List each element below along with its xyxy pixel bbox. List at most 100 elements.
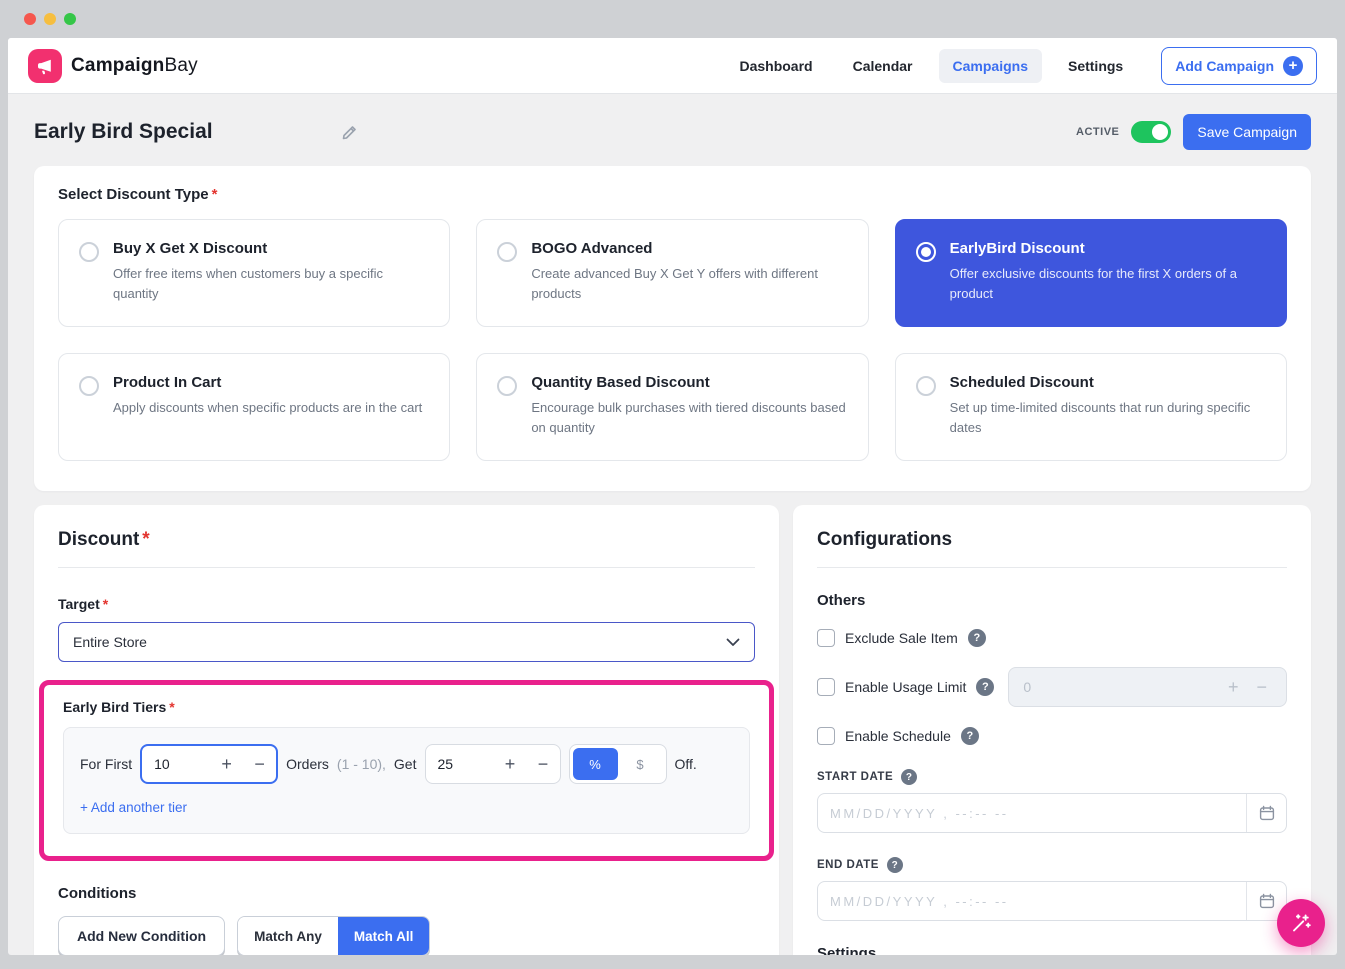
enable-schedule-checkbox[interactable] bbox=[817, 727, 835, 745]
option-product-in-cart[interactable]: Product In Cart Apply discounts when spe… bbox=[58, 353, 450, 461]
page-title: Early Bird Special bbox=[34, 120, 213, 144]
radio-icon[interactable] bbox=[497, 242, 517, 262]
match-all-option[interactable]: Match All bbox=[338, 917, 430, 955]
tier-row: For First + − Orders (1 - 10), Get bbox=[80, 744, 733, 784]
start-date-placeholder: MM/DD/YYYY , --:-- -- bbox=[818, 806, 1246, 821]
option-content: Quantity Based Discount Encourage bulk p… bbox=[531, 374, 847, 440]
add-campaign-button[interactable]: Add Campaign + bbox=[1161, 47, 1317, 85]
help-icon[interactable]: ? bbox=[968, 629, 986, 647]
increment-button[interactable]: + bbox=[1219, 677, 1248, 698]
configurations-panel: Configurations Others Exclude Sale Item … bbox=[793, 505, 1311, 955]
nav-item-settings[interactable]: Settings bbox=[1054, 49, 1137, 83]
magic-wand-icon bbox=[1290, 912, 1312, 934]
end-date-label: END DATE bbox=[817, 859, 879, 871]
first-orders-input[interactable] bbox=[142, 746, 210, 782]
discount-panel: Discount* Target* Entire Store Early Bir… bbox=[34, 505, 779, 955]
usage-limit-placeholder: 0 bbox=[1023, 679, 1031, 695]
usage-limit-checkbox[interactable] bbox=[817, 678, 835, 696]
usage-limit-input[interactable]: 0 + − bbox=[1008, 667, 1287, 707]
discount-type-card: Select Discount Type* Buy X Get X Discou… bbox=[34, 166, 1311, 491]
discount-heading: Discount* bbox=[58, 529, 755, 551]
usage-limit-row: Enable Usage Limit ? 0 + − bbox=[817, 667, 1287, 707]
magic-wand-fab[interactable] bbox=[1277, 899, 1325, 947]
option-bogo-advanced[interactable]: BOGO Advanced Create advanced Buy X Get … bbox=[476, 219, 868, 327]
pencil-icon bbox=[341, 124, 358, 141]
content-columns: Discount* Target* Entire Store Early Bir… bbox=[34, 505, 1311, 955]
option-title: BOGO Advanced bbox=[531, 240, 847, 257]
brand-logo: CampaignBay bbox=[28, 49, 198, 83]
minimize-window-button[interactable] bbox=[44, 13, 56, 25]
radio-icon[interactable] bbox=[79, 376, 99, 396]
others-heading: Others bbox=[817, 592, 1287, 609]
dollar-option[interactable]: $ bbox=[618, 748, 663, 780]
nav-item-dashboard[interactable]: Dashboard bbox=[725, 49, 826, 83]
start-date-label-row: START DATE ? bbox=[817, 769, 1287, 785]
configurations-heading: Configurations bbox=[817, 529, 1287, 551]
nav-item-calendar[interactable]: Calendar bbox=[839, 49, 927, 83]
option-title: Buy X Get X Discount bbox=[113, 240, 429, 257]
orders-label: Orders bbox=[286, 756, 329, 772]
radio-icon[interactable] bbox=[497, 376, 517, 396]
radio-icon-selected[interactable] bbox=[916, 242, 936, 262]
increment-button[interactable]: + bbox=[494, 745, 527, 783]
required-mark: * bbox=[142, 529, 149, 550]
option-content: Product In Cart Apply discounts when spe… bbox=[113, 374, 422, 440]
main-nav: Dashboard Calendar Campaigns Settings Ad… bbox=[725, 47, 1317, 85]
option-quantity-based[interactable]: Quantity Based Discount Encourage bulk p… bbox=[476, 353, 868, 461]
increment-button[interactable]: + bbox=[210, 746, 243, 782]
target-select[interactable]: Entire Store bbox=[58, 622, 755, 662]
settings-heading: Settings bbox=[817, 945, 1287, 955]
option-desc: Encourage bulk purchases with tiered dis… bbox=[531, 398, 847, 438]
option-earlybird-discount[interactable]: EarlyBird Discount Offer exclusive disco… bbox=[895, 219, 1287, 327]
option-scheduled-discount[interactable]: Scheduled Discount Set up time-limited d… bbox=[895, 353, 1287, 461]
app-frame: CampaignBay Dashboard Calendar Campaigns… bbox=[8, 38, 1337, 955]
help-icon[interactable]: ? bbox=[901, 769, 917, 785]
help-icon[interactable]: ? bbox=[976, 678, 994, 696]
decrement-button[interactable]: − bbox=[527, 745, 560, 783]
percent-option[interactable]: % bbox=[573, 748, 618, 780]
option-buy-x-get-x[interactable]: Buy X Get X Discount Offer free items wh… bbox=[58, 219, 450, 327]
radio-icon[interactable] bbox=[79, 242, 99, 262]
match-any-option[interactable]: Match Any bbox=[238, 917, 338, 955]
end-date-placeholder: MM/DD/YYYY , --:-- -- bbox=[818, 894, 1246, 909]
option-content: EarlyBird Discount Offer exclusive disco… bbox=[950, 240, 1266, 306]
decrement-button[interactable]: − bbox=[243, 746, 276, 782]
calendar-icon[interactable] bbox=[1246, 794, 1286, 832]
brand-name-bold: Campaign bbox=[71, 55, 164, 76]
zoom-window-button[interactable] bbox=[64, 13, 76, 25]
edit-title-button[interactable] bbox=[341, 124, 358, 141]
save-campaign-button[interactable]: Save Campaign bbox=[1183, 114, 1311, 150]
for-first-label: For First bbox=[80, 756, 132, 772]
discount-value-input[interactable] bbox=[426, 745, 494, 783]
active-toggle[interactable] bbox=[1131, 121, 1171, 143]
radio-icon[interactable] bbox=[916, 376, 936, 396]
start-date-input[interactable]: MM/DD/YYYY , --:-- -- bbox=[817, 793, 1287, 833]
close-window-button[interactable] bbox=[24, 13, 36, 25]
add-another-tier-link[interactable]: + Add another tier bbox=[80, 800, 187, 815]
orders-range: (1 - 10), bbox=[337, 756, 386, 772]
nav-item-campaigns[interactable]: Campaigns bbox=[939, 49, 1042, 83]
option-desc: Set up time-limited discounts that run d… bbox=[950, 398, 1266, 438]
end-date-input[interactable]: MM/DD/YYYY , --:-- -- bbox=[817, 881, 1287, 921]
divider bbox=[817, 567, 1287, 568]
page-title-bar: Early Bird Special ACTIVE Save Campaign bbox=[8, 94, 1337, 166]
status-badge: ACTIVE bbox=[1076, 126, 1119, 138]
option-desc: Offer free items when customers buy a sp… bbox=[113, 264, 429, 304]
option-title: Quantity Based Discount bbox=[531, 374, 847, 391]
exclude-sale-row: Exclude Sale Item ? bbox=[817, 629, 1287, 647]
option-content: BOGO Advanced Create advanced Buy X Get … bbox=[531, 240, 847, 306]
add-new-condition-button[interactable]: Add New Condition bbox=[58, 916, 225, 955]
discount-type-heading: Select Discount Type* bbox=[58, 186, 1287, 203]
decrement-button[interactable]: − bbox=[1247, 677, 1276, 698]
option-title: EarlyBird Discount bbox=[950, 240, 1266, 257]
exclude-sale-checkbox[interactable] bbox=[817, 629, 835, 647]
discount-type-options: Buy X Get X Discount Offer free items wh… bbox=[58, 219, 1287, 461]
app-window: CampaignBay Dashboard Calendar Campaigns… bbox=[0, 0, 1345, 969]
target-label: Target* bbox=[58, 596, 755, 612]
add-campaign-label: Add Campaign bbox=[1175, 58, 1274, 74]
tiers-heading-text: Early Bird Tiers bbox=[63, 699, 166, 715]
brand-name: CampaignBay bbox=[71, 55, 198, 77]
help-icon[interactable]: ? bbox=[887, 857, 903, 873]
help-icon[interactable]: ? bbox=[961, 727, 979, 745]
window-titlebar bbox=[0, 0, 1345, 38]
